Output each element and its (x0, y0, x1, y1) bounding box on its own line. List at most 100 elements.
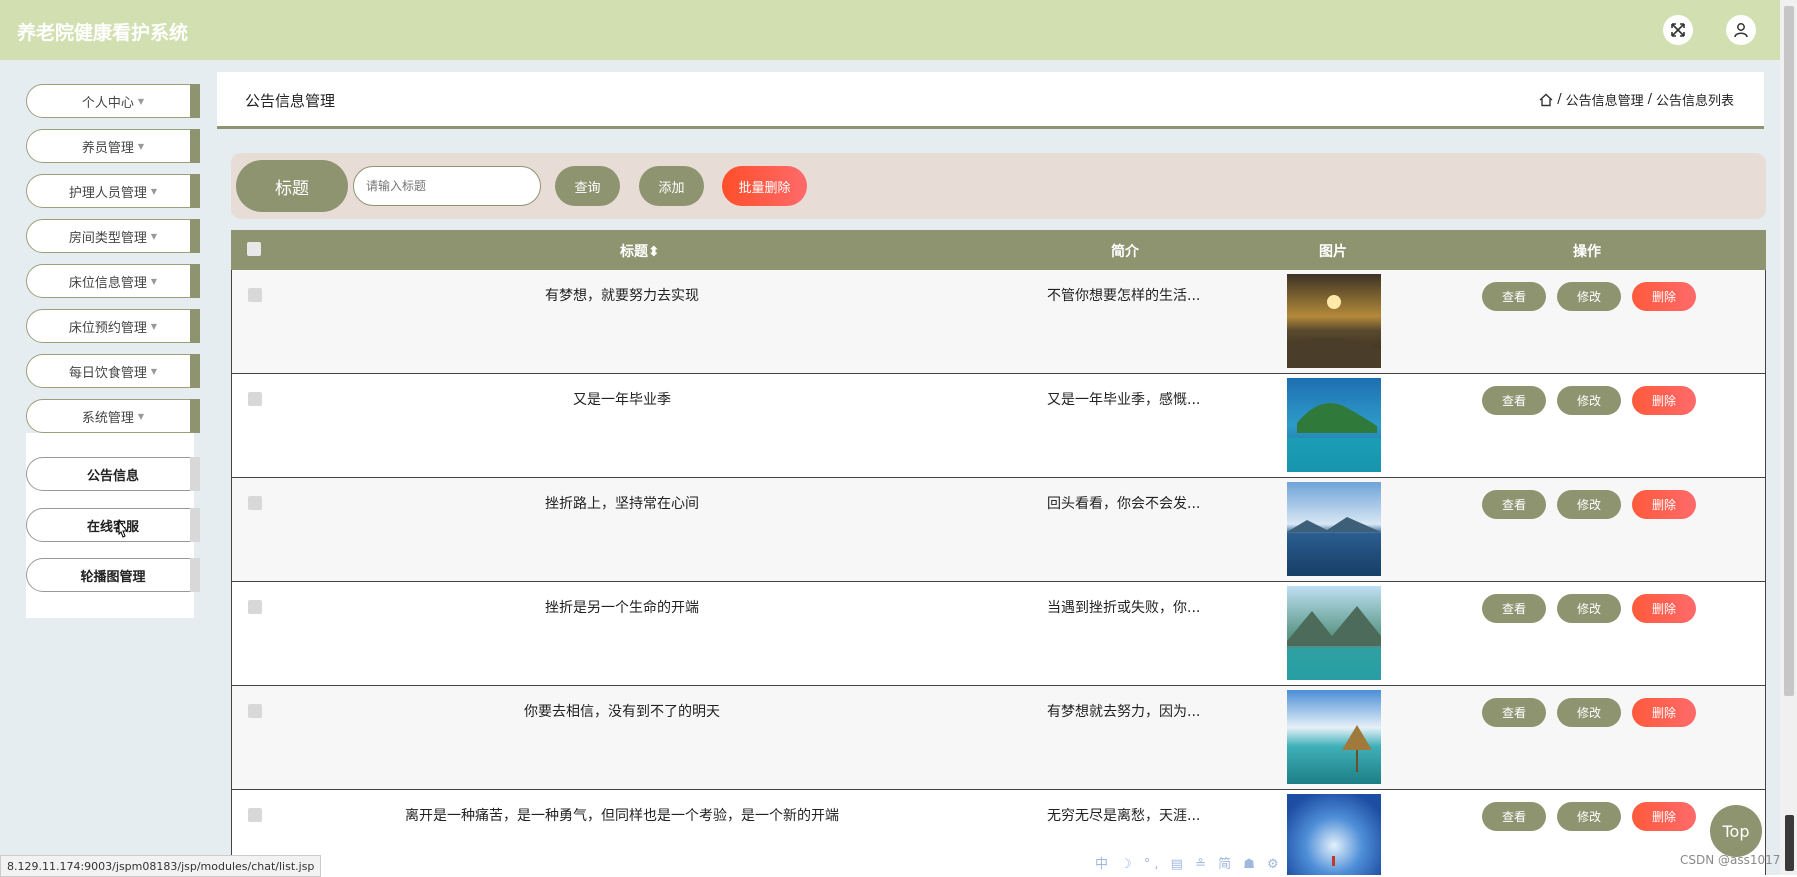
search-input[interactable] (353, 166, 541, 206)
sidebar-item-label: 每日饮食管理 (68, 365, 147, 381)
submenu-item-label: 在线客服 (86, 519, 139, 535)
sidebar-item-accent (190, 219, 200, 253)
ime-toolbar: 中 ☽ °, ▤ ≗ 简 ☗ ⚙ (1095, 857, 1283, 872)
breadcrumb-separator: / (1557, 92, 1562, 107)
column-header-intro: 简介 (1111, 244, 1139, 260)
search-panel: 标题 查询 添加 批量删除 (231, 153, 1766, 219)
row-checkbox[interactable] (248, 496, 262, 510)
user-icon (1734, 23, 1748, 38)
sidebar-item-personal-center[interactable]: 个人中心 ▼ (26, 84, 200, 118)
notice-thumbnail[interactable] (1287, 690, 1381, 784)
view-button[interactable]: 查看 (1482, 386, 1546, 415)
scrollbar-thumb-secondary[interactable] (1785, 815, 1794, 871)
submenu-item-carousel-management[interactable]: 轮播图管理 (26, 558, 200, 592)
row-title: 你要去相信，没有到不了的明天 (524, 704, 720, 720)
chevron-down-icon: ▼ (150, 321, 158, 331)
notice-thumbnail[interactable] (1287, 586, 1381, 680)
notice-table: 标题⬍ 简介 图片 操作 有梦想，就要努力去实现 不管你想要怎样的生活... 查… (231, 230, 1766, 875)
edit-button[interactable]: 修改 (1557, 802, 1621, 831)
sidebar-item-label: 床位预约管理 (68, 320, 147, 336)
query-button[interactable]: 查询 (555, 166, 620, 206)
notice-thumbnail[interactable] (1287, 378, 1381, 472)
row-checkbox[interactable] (248, 704, 262, 718)
batch-delete-button[interactable]: 批量删除 (722, 166, 807, 206)
sidebar-item-nurse-management[interactable]: 护理人员管理 ▼ (26, 174, 200, 208)
delete-button[interactable]: 删除 (1632, 594, 1696, 623)
row-title: 有梦想，就要努力去实现 (545, 288, 699, 304)
table-row: 你要去相信，没有到不了的明天 有梦想就去努力，因为... 查看 修改 删除 (231, 686, 1766, 790)
edit-button[interactable]: 修改 (1557, 282, 1621, 311)
sort-icon[interactable]: ⬍ (648, 244, 660, 260)
sidebar-item-daily-diet-management[interactable]: 每日饮食管理 ▼ (26, 354, 200, 388)
sidebar-item-resident-management[interactable]: 养员管理 ▼ (26, 129, 200, 163)
view-button[interactable]: 查看 (1482, 802, 1546, 831)
submenu-item-online-service[interactable]: 在线客服 (26, 508, 200, 542)
row-title: 又是一年毕业季 (573, 392, 671, 408)
submenu-item-label: 轮播图管理 (80, 569, 146, 585)
delete-button[interactable]: 删除 (1632, 490, 1696, 519)
view-button[interactable]: 查看 (1482, 282, 1546, 311)
edit-button[interactable]: 修改 (1557, 594, 1621, 623)
sidebar-item-accent (190, 354, 200, 388)
row-checkbox[interactable] (248, 600, 262, 614)
row-intro: 不管你想要怎样的生活... (1047, 288, 1201, 304)
sidebar-item-accent (190, 399, 200, 433)
sidebar-item-room-type-management[interactable]: 房间类型管理 ▼ (26, 219, 200, 253)
sidebar-item-accent (190, 309, 200, 343)
delete-button[interactable]: 删除 (1632, 386, 1696, 415)
scrollbar-thumb[interactable] (1784, 6, 1794, 696)
row-checkbox[interactable] (248, 392, 262, 406)
table-row: 又是一年毕业季 又是一年毕业季，感慨... 查看 修改 删除 (231, 374, 1766, 478)
delete-button[interactable]: 删除 (1632, 698, 1696, 727)
column-header-title[interactable]: 标题⬍ (620, 241, 660, 261)
table-row: 离开是一种痛苦，是一种勇气，但同样也是一个考验，是一个新的开端 无穷无尽是离愁，… (231, 790, 1766, 875)
sidebar-item-bed-booking-management[interactable]: 床位预约管理 ▼ (26, 309, 200, 343)
submenu-item-label: 公告信息 (86, 468, 139, 484)
view-button[interactable]: 查看 (1482, 594, 1546, 623)
sidebar-item-accent (190, 129, 200, 163)
breadcrumb-bar: 公告信息管理 / 公告信息管理 / 公告信息列表 (217, 72, 1764, 129)
delete-button[interactable]: 删除 (1632, 282, 1696, 311)
table-row: 有梦想，就要努力去实现 不管你想要怎样的生活... 查看 修改 删除 (231, 270, 1766, 374)
view-button[interactable]: 查看 (1482, 490, 1546, 519)
notice-thumbnail[interactable] (1287, 794, 1381, 875)
sidebar-item-system-management[interactable]: 系统管理 ▼ (26, 399, 200, 433)
system-submenu: 公告信息 在线客服 轮播图管理 (26, 433, 200, 618)
row-title: 离开是一种痛苦，是一种勇气，但同样也是一个考验，是一个新的开端 (405, 808, 839, 824)
top-header: 养老院健康看护系统 (0, 0, 1780, 60)
row-title: 挫折路上，坚持常在心间 (545, 496, 699, 512)
row-checkbox[interactable] (248, 288, 262, 302)
app-title: 养老院健康看护系统 (17, 22, 189, 44)
breadcrumb-item-notice-management[interactable]: 公告信息管理 (1566, 90, 1644, 109)
view-button[interactable]: 查看 (1482, 698, 1546, 727)
select-all-checkbox[interactable] (247, 242, 261, 256)
notice-thumbnail[interactable] (1287, 274, 1381, 368)
row-intro: 无穷无尽是离愁，天涯... (1047, 808, 1201, 824)
back-to-top-button[interactable]: Top (1710, 805, 1762, 857)
chevron-down-icon: ▼ (150, 186, 158, 196)
status-url: 8.129.11.174:9003/jspm08183/jsp/modules/… (0, 855, 322, 877)
edit-button[interactable]: 修改 (1557, 698, 1621, 727)
row-intro: 又是一年毕业季，感慨... (1047, 392, 1201, 408)
mouse-cursor-icon (118, 519, 129, 538)
column-header-actions: 操作 (1573, 244, 1601, 260)
add-button[interactable]: 添加 (639, 166, 704, 206)
edit-button[interactable]: 修改 (1557, 386, 1621, 415)
submenu-item-accent (190, 457, 200, 491)
row-title: 挫折是另一个生命的开端 (545, 600, 699, 616)
submenu-item-notice[interactable]: 公告信息 (26, 457, 200, 491)
chevron-down-icon: ▼ (150, 276, 158, 286)
page-title: 公告信息管理 (245, 92, 336, 110)
chevron-down-icon: ▼ (150, 366, 158, 376)
fullscreen-icon (1671, 23, 1685, 37)
fullscreen-button[interactable] (1663, 15, 1693, 45)
delete-button[interactable]: 删除 (1632, 802, 1696, 831)
column-header-image: 图片 (1319, 244, 1347, 260)
sidebar-item-bed-info-management[interactable]: 床位信息管理 ▼ (26, 264, 200, 298)
home-icon[interactable] (1539, 93, 1553, 107)
row-checkbox[interactable] (248, 808, 262, 822)
user-button[interactable] (1726, 15, 1756, 45)
column-header-title-label: 标题 (620, 244, 648, 260)
notice-thumbnail[interactable] (1287, 482, 1381, 576)
edit-button[interactable]: 修改 (1557, 490, 1621, 519)
